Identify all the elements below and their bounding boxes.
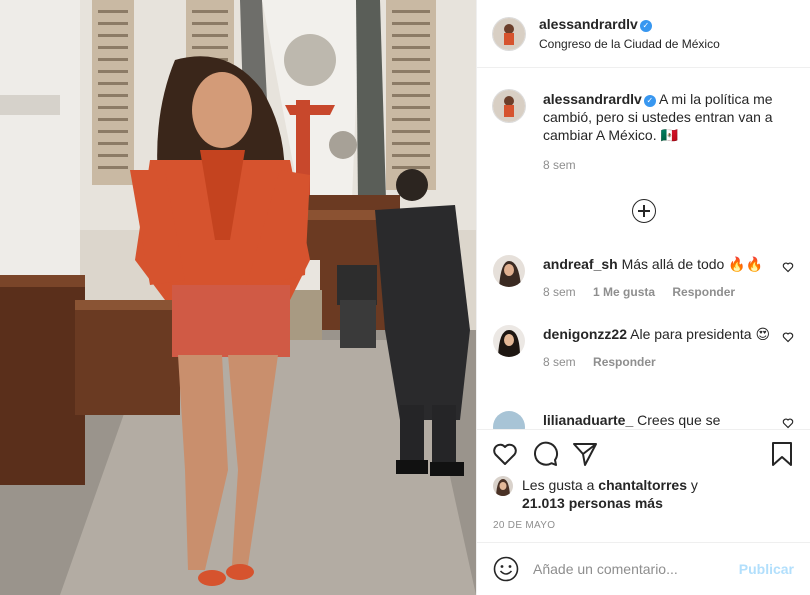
comment-username[interactable]: denigonzz22	[543, 326, 627, 342]
verified-badge-icon: ✓	[639, 20, 652, 32]
comment-username[interactable]: lilianaduarte_	[543, 412, 633, 428]
paper-plane-icon[interactable]	[571, 440, 599, 468]
comment-composer: Añade un comentario... Publicar	[477, 542, 810, 595]
caption: alessandrardlv ✓ A mi la política me camb…	[493, 90, 794, 172]
likes-others[interactable]: 21.013 personas más	[522, 495, 663, 511]
caption-avatar[interactable]	[493, 90, 525, 122]
caption-username[interactable]: alessandrardlv	[543, 91, 642, 107]
post-header: alessandrardlv ✓ Congreso de la Ciudad de…	[477, 0, 810, 68]
comment-heart-icon[interactable]	[782, 331, 794, 343]
comment-bubble-icon[interactable]	[531, 440, 559, 468]
reply-button[interactable]: Responder	[672, 285, 735, 299]
photo-illustration	[0, 0, 476, 595]
liker-avatar[interactable]	[493, 476, 513, 496]
author-avatar[interactable]	[493, 17, 525, 50]
publish-button[interactable]: Publicar	[739, 561, 794, 577]
comments-list: alessandrardlv ✓ A mi la política me camb…	[477, 69, 810, 429]
reply-button[interactable]: Responder	[593, 355, 656, 369]
caption-age[interactable]: 8 sem	[543, 158, 576, 172]
smiley-icon[interactable]	[493, 556, 519, 582]
comment-heart-icon[interactable]	[782, 261, 794, 273]
comment-item: denigonzz22 Ale para presidenta 😍 8 sem …	[493, 325, 794, 369]
comment-age[interactable]: 8 sem	[543, 355, 576, 369]
comment-heart-icon[interactable]	[782, 417, 794, 429]
comment-text: Más allá de todo 🔥🔥	[621, 256, 764, 272]
post-photo[interactable]	[0, 0, 476, 595]
heart-icon[interactable]	[491, 440, 519, 468]
post-date[interactable]: 20 DE MAYO	[493, 520, 555, 531]
comment-text: Ale para presidenta 😍	[630, 326, 771, 342]
comment-item: andreaf_sh Más allá de todo 🔥🔥 8 sem 1 M…	[493, 255, 794, 299]
comment-item: lilianaduarte_ Crees que se	[493, 411, 794, 429]
post-actions: Les gusta a chantaltorres y 21.013 perso…	[477, 429, 810, 542]
plus-circle-icon[interactable]	[632, 199, 656, 223]
post-location[interactable]: Congreso de la Ciudad de México	[539, 37, 720, 52]
likes-prefix: Les gusta a	[522, 477, 595, 493]
action-row	[491, 440, 796, 470]
comment-likes[interactable]: 1 Me gusta	[593, 285, 655, 299]
liker-username[interactable]: chantaltorres	[598, 477, 687, 493]
comment-avatar[interactable]	[493, 255, 525, 287]
comment-age[interactable]: 8 sem	[543, 285, 576, 299]
bookmark-icon[interactable]	[768, 440, 796, 468]
comment-input[interactable]: Añade un comentario...	[533, 561, 731, 577]
comment-avatar[interactable]	[493, 411, 525, 429]
comment-text: Crees que se	[637, 412, 721, 428]
verified-badge-icon: ✓	[643, 95, 656, 107]
comment-avatar[interactable]	[493, 325, 525, 357]
likes-mid: y	[690, 477, 698, 493]
comment-username[interactable]: andreaf_sh	[543, 256, 618, 272]
likes-summary: Les gusta a chantaltorres y 21.013 perso…	[493, 476, 794, 512]
post-panel: alessandrardlv ✓ Congreso de la Ciudad de…	[476, 0, 810, 595]
author-username[interactable]: alessandrardlv	[539, 16, 638, 32]
